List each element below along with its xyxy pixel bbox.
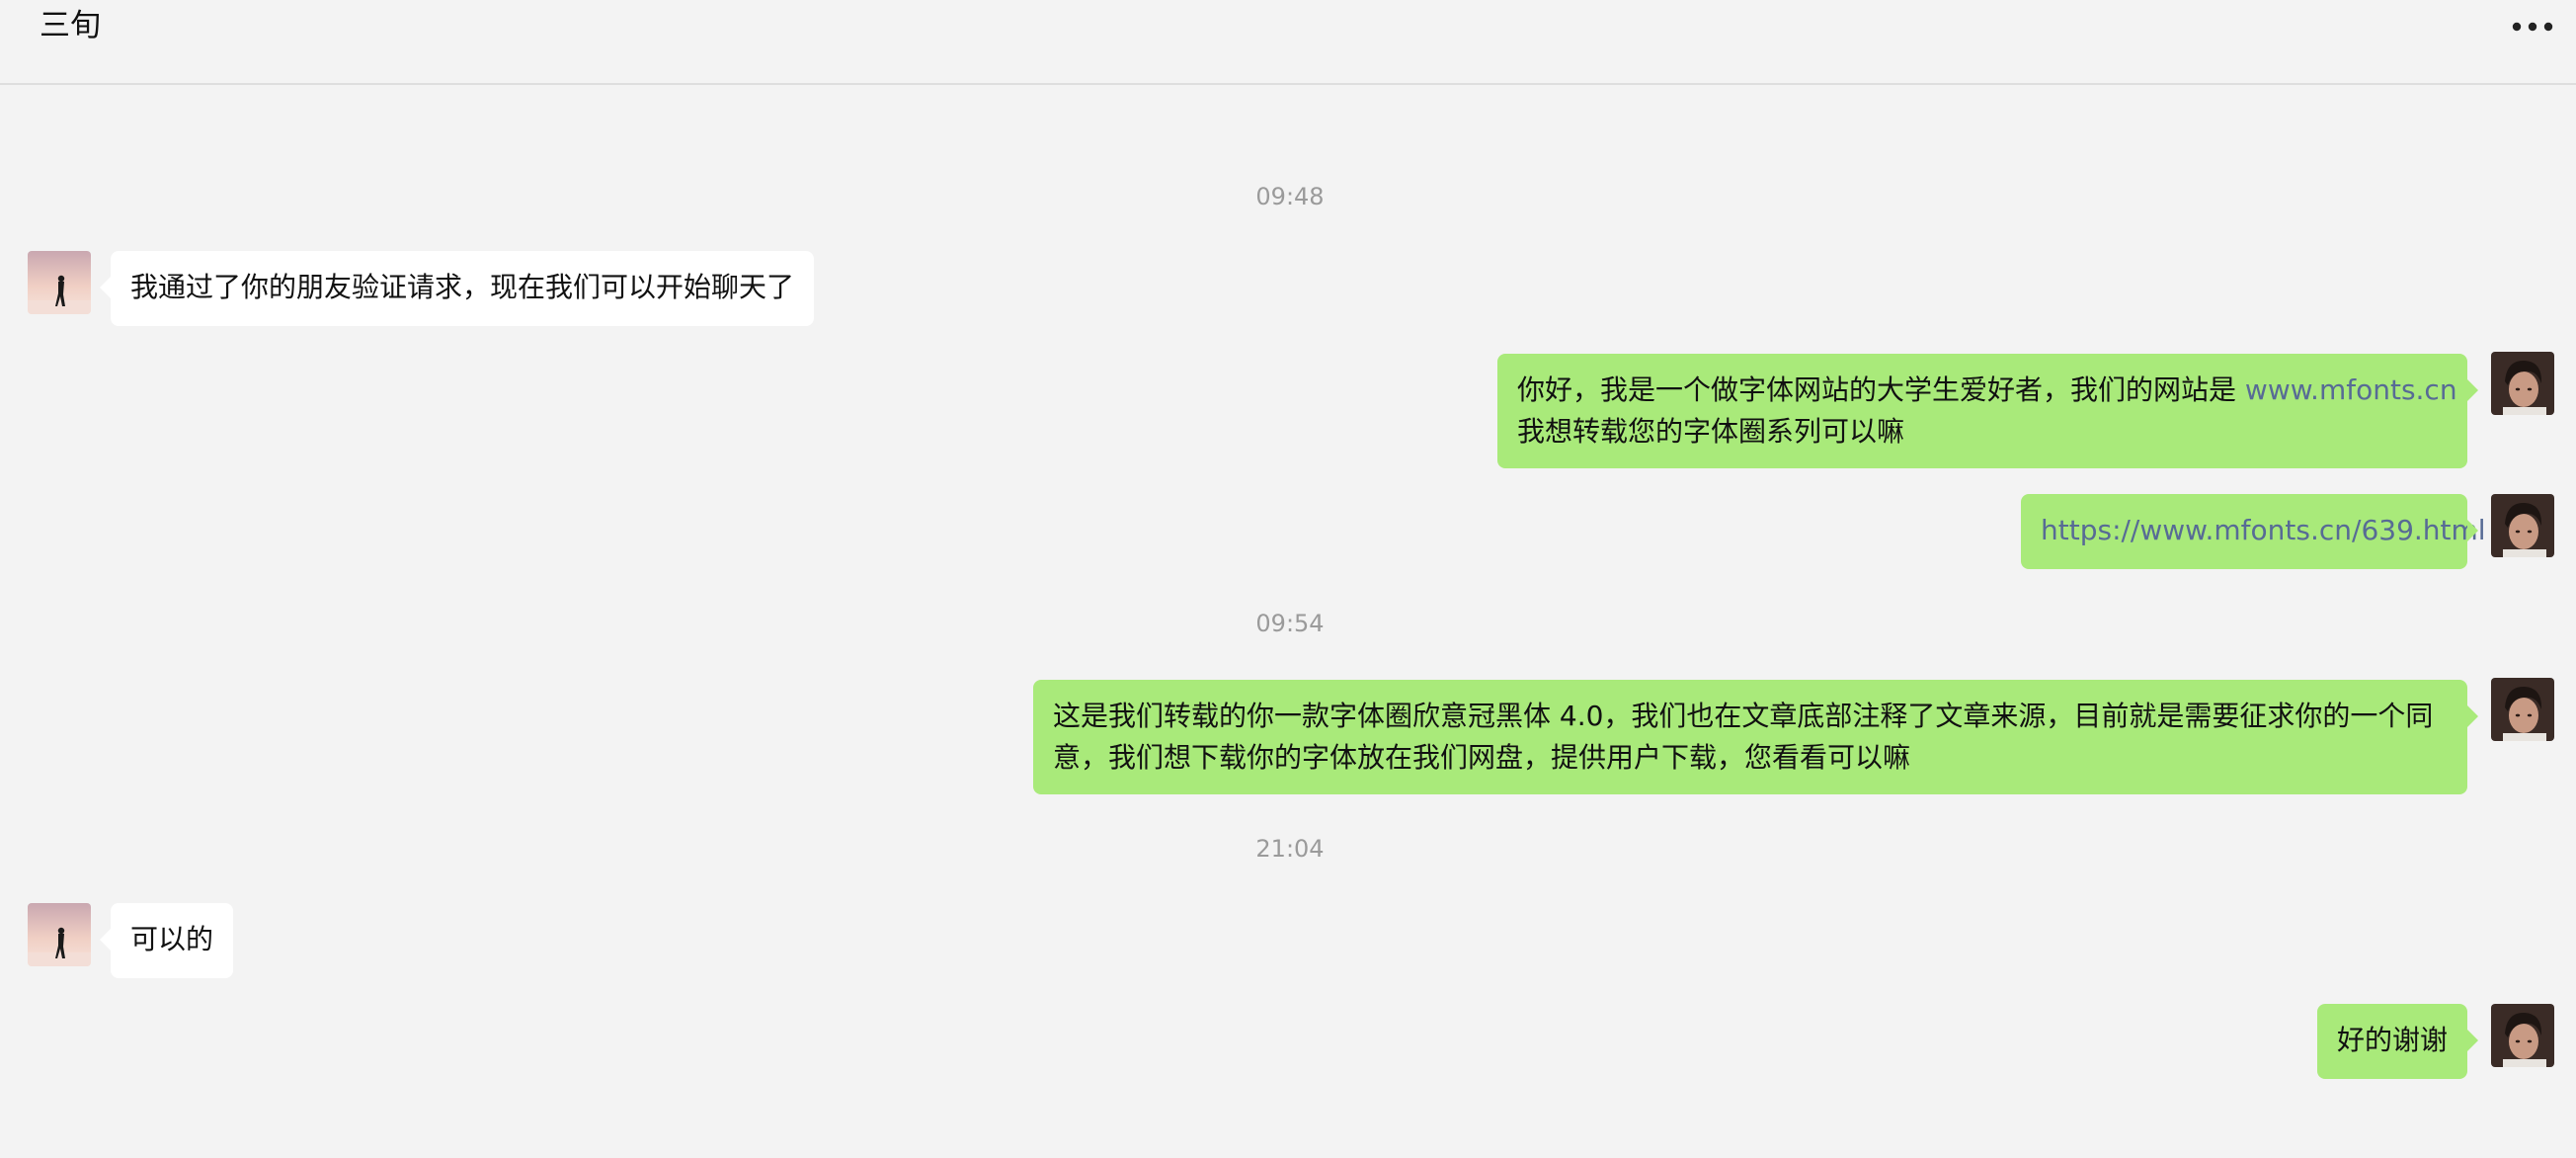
outgoing-message-bubble[interactable]: 这是我们转载的你一款字体圈欣意冠黑体 4.0，我们也在文章底部注释了文章来源，目… [1033, 680, 2478, 794]
incoming-message-bubble[interactable]: 我通过了你的朋友验证请求，现在我们可以开始聊天了 [99, 251, 815, 326]
message-text: 可以的 [130, 923, 214, 955]
contact-avatar[interactable] [28, 903, 91, 966]
incoming-message-bubble[interactable]: 可以的 [99, 903, 234, 978]
chat-title: 三旬 [40, 8, 101, 43]
more-options-button[interactable] [2509, 12, 2556, 41]
outgoing-message-bubble[interactable]: 你好，我是一个做字体网站的大学生爱好者，我们的网站是 www.mfonts.cn… [1497, 354, 2478, 468]
message-text: 这是我们转载的你一款字体圈欣意冠黑体 4.0，我们也在文章底部注释了文章来源，目… [1053, 700, 2434, 774]
outgoing-message-bubble[interactable]: https://www.mfonts.cn/639.html [2021, 494, 2486, 569]
my-avatar-icon [2491, 352, 2554, 415]
message-line: 你好，我是一个做字体网站的大学生爱好者，我们的网站是 www.mfonts.cn [1517, 370, 2457, 411]
message-text: 我通过了你的朋友验证请求，现在我们可以开始聊天了 [130, 271, 795, 303]
article-link[interactable]: https://www.mfonts.cn/639.html [2041, 514, 2486, 546]
contact-avatar-icon [28, 903, 91, 966]
my-avatar[interactable] [2491, 352, 2554, 415]
timestamp: 21:04 [1255, 835, 1325, 863]
message-text: 我想转载您的字体圈系列可以嘛 [1517, 415, 1905, 448]
contact-avatar-icon [28, 251, 91, 314]
timestamp: 09:48 [1255, 183, 1325, 210]
my-avatar-icon [2491, 678, 2554, 741]
more-dots-icon [2512, 22, 2553, 32]
my-avatar-icon [2491, 494, 2554, 557]
message-text: 好的谢谢 [2337, 1024, 2449, 1056]
my-avatar-icon [2491, 1004, 2554, 1067]
my-avatar[interactable] [2491, 494, 2554, 557]
my-avatar[interactable] [2491, 1004, 2554, 1067]
contact-avatar[interactable] [28, 251, 91, 314]
outgoing-message-bubble[interactable]: 好的谢谢 [2317, 1004, 2478, 1079]
website-link[interactable]: www.mfonts.cn [2245, 373, 2457, 406]
chat-window: 三旬 09:48 我通过了你的朋友验证请求，现在我们可以开始聊天了 你好，我是一… [0, 0, 2576, 1158]
timestamp: 09:54 [1255, 610, 1325, 637]
my-avatar[interactable] [2491, 678, 2554, 741]
chat-header: 三旬 [0, 0, 2576, 85]
message-text: 你好，我是一个做字体网站的大学生爱好者，我们的网站是 [1517, 373, 2237, 406]
